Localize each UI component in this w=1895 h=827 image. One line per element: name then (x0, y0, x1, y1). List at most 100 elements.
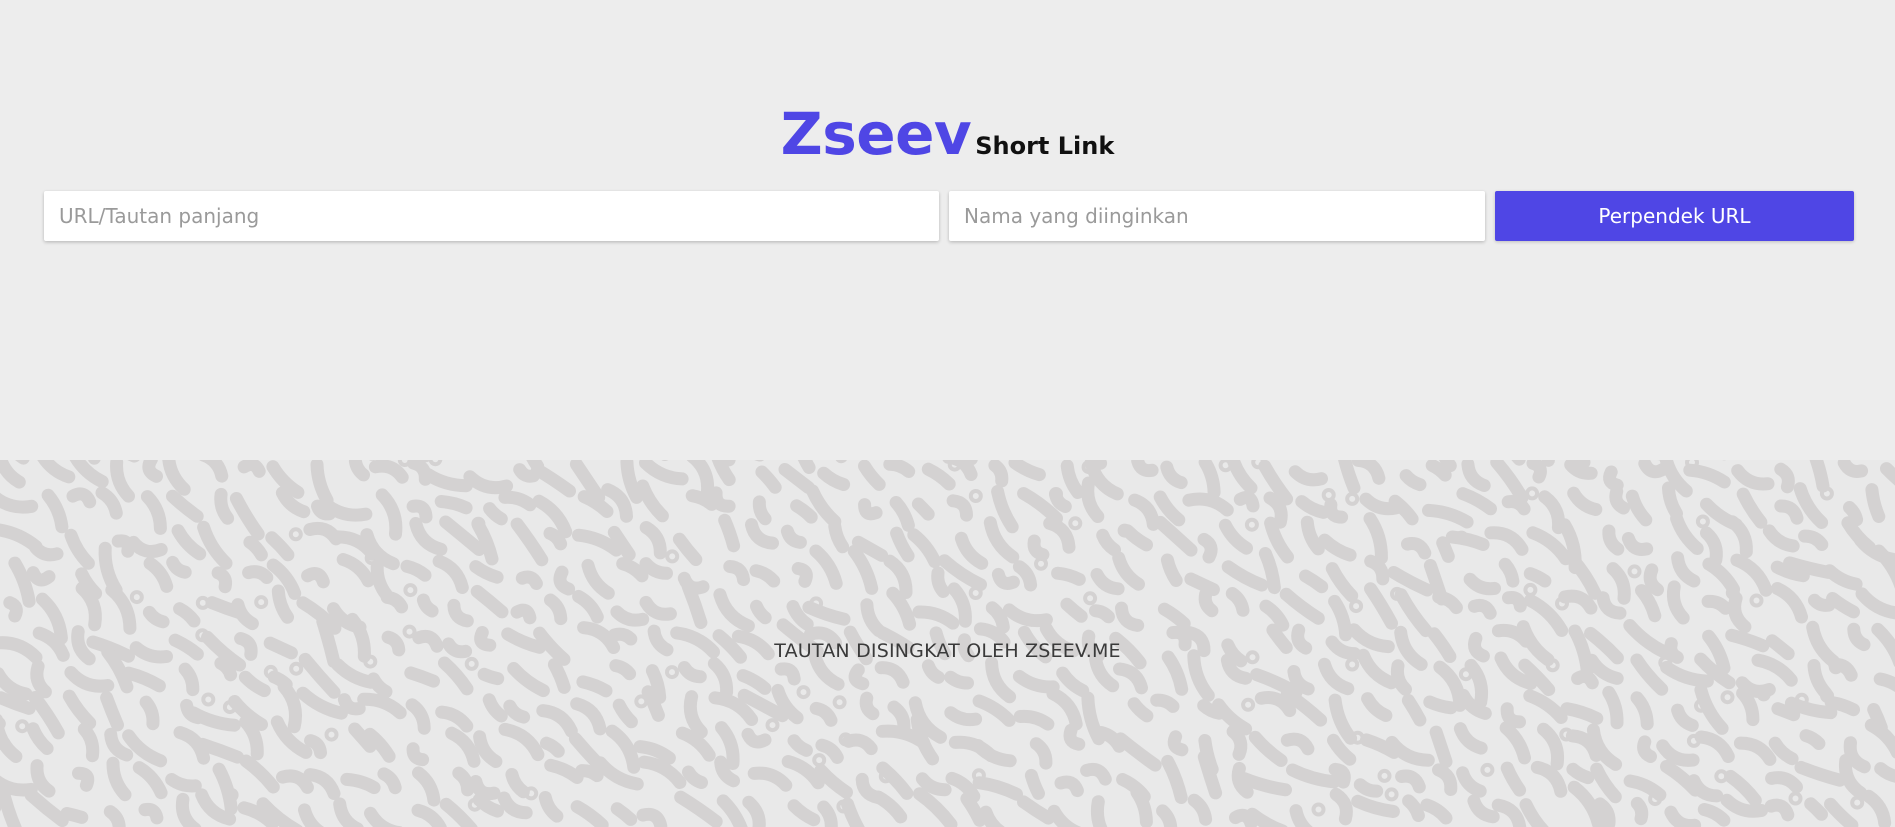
pattern-ring (15, 719, 30, 734)
pattern-stroke (636, 479, 669, 523)
pattern-stroke (515, 570, 543, 590)
pattern-ring (968, 489, 983, 503)
pattern-stroke (1660, 660, 1714, 688)
pattern-ring (403, 583, 418, 598)
pattern-stroke (318, 497, 373, 522)
pattern-stroke (64, 666, 115, 693)
pattern-stroke (991, 485, 1019, 534)
pattern-stroke (95, 486, 123, 520)
pattern-stroke (1730, 553, 1773, 597)
pattern-stroke (1289, 804, 1313, 827)
pattern-stroke (1156, 804, 1178, 827)
pattern-stroke (1724, 769, 1762, 807)
pattern-stroke (570, 800, 609, 827)
pattern-stroke (1131, 460, 1159, 478)
pattern-stroke (1401, 694, 1427, 727)
pattern-stroke (747, 766, 793, 792)
pattern-stroke (531, 463, 576, 498)
pattern-ring (129, 590, 144, 605)
pattern-stroke (175, 792, 202, 827)
pattern-stroke (1526, 526, 1573, 566)
pattern-stroke (985, 656, 1017, 704)
pattern-stroke (610, 605, 650, 627)
pattern-stroke (1635, 584, 1662, 623)
pattern-stroke (62, 689, 97, 730)
pattern-stroke (166, 555, 192, 579)
pattern-stroke (409, 517, 448, 556)
pattern-stroke (1153, 515, 1198, 557)
pattern-stroke (1351, 460, 1386, 485)
pattern-stroke (29, 541, 64, 562)
pattern-stroke (211, 566, 233, 594)
pattern-stroke (1770, 582, 1808, 624)
pattern-stroke (947, 582, 972, 628)
pattern-stroke (3, 596, 23, 623)
pattern-stroke (1364, 554, 1390, 586)
pattern-stroke (412, 766, 441, 807)
pattern-stroke (447, 598, 474, 628)
shorten-url-button[interactable]: Perpendek URL (1495, 191, 1854, 241)
custom-name-input[interactable] (949, 191, 1485, 241)
long-url-input[interactable] (44, 191, 939, 241)
pattern-stroke (1565, 552, 1602, 600)
pattern-stroke (1725, 515, 1753, 559)
pattern-stroke (438, 656, 474, 696)
pattern-ring (832, 695, 847, 710)
pattern-stroke (944, 706, 983, 727)
pattern-stroke (377, 767, 402, 795)
pattern-stroke (122, 729, 168, 768)
pattern-stroke (243, 535, 268, 562)
pattern-stroke (439, 797, 478, 827)
pattern-stroke (1799, 729, 1826, 750)
pattern-stroke (421, 467, 473, 493)
pattern-stroke (173, 602, 201, 628)
pattern-stroke (988, 460, 1009, 488)
pattern-stroke (1130, 785, 1153, 827)
pattern-stroke (1054, 775, 1084, 798)
pattern-stroke (781, 755, 825, 790)
pattern-stroke (505, 768, 530, 799)
pattern-stroke (575, 764, 604, 783)
pattern-stroke (1043, 516, 1076, 554)
pattern-stroke (445, 726, 481, 768)
pattern-stroke (1625, 489, 1653, 527)
pattern-stroke (553, 565, 576, 596)
pattern-stroke (1157, 602, 1191, 631)
pattern-ring (289, 661, 304, 676)
pattern-stroke (1733, 736, 1777, 766)
pattern-stroke (503, 699, 531, 724)
pattern-stroke (1002, 603, 1053, 628)
pattern-stroke (802, 600, 851, 626)
pattern-stroke (214, 656, 238, 682)
pattern-stroke (890, 526, 915, 563)
pattern-stroke (1280, 732, 1315, 756)
pattern-stroke (1590, 762, 1622, 804)
pattern-stroke (858, 498, 883, 521)
pattern-stroke (337, 693, 366, 716)
pattern-stroke (1456, 487, 1497, 516)
pattern-stroke (741, 727, 772, 749)
pattern-stroke (1286, 763, 1341, 789)
pattern-stroke (1388, 494, 1419, 526)
pattern-stroke (470, 584, 509, 619)
pattern-ring (201, 692, 216, 707)
pattern-stroke (1221, 560, 1269, 592)
pattern-stroke (1807, 659, 1833, 700)
pattern-stroke (239, 754, 280, 794)
pattern-ring (1377, 768, 1392, 783)
pattern-stroke (1027, 534, 1050, 562)
pattern-stroke (1121, 524, 1153, 552)
pattern-stroke (1248, 730, 1288, 767)
pattern-stroke (1765, 771, 1803, 794)
pattern-stroke (1491, 798, 1527, 827)
pattern-stroke (536, 704, 578, 738)
pattern-stroke (1013, 709, 1055, 731)
pattern-stroke (1656, 739, 1700, 767)
pattern-stroke (1774, 462, 1795, 494)
pattern-stroke (1445, 530, 1490, 551)
hero-section: ZseevShort Link Perpendek URL (0, 0, 1895, 460)
pattern-stroke (140, 490, 167, 535)
pattern-stroke (1197, 532, 1218, 564)
pattern-stroke (1824, 695, 1860, 717)
pattern-stroke (1843, 736, 1871, 774)
